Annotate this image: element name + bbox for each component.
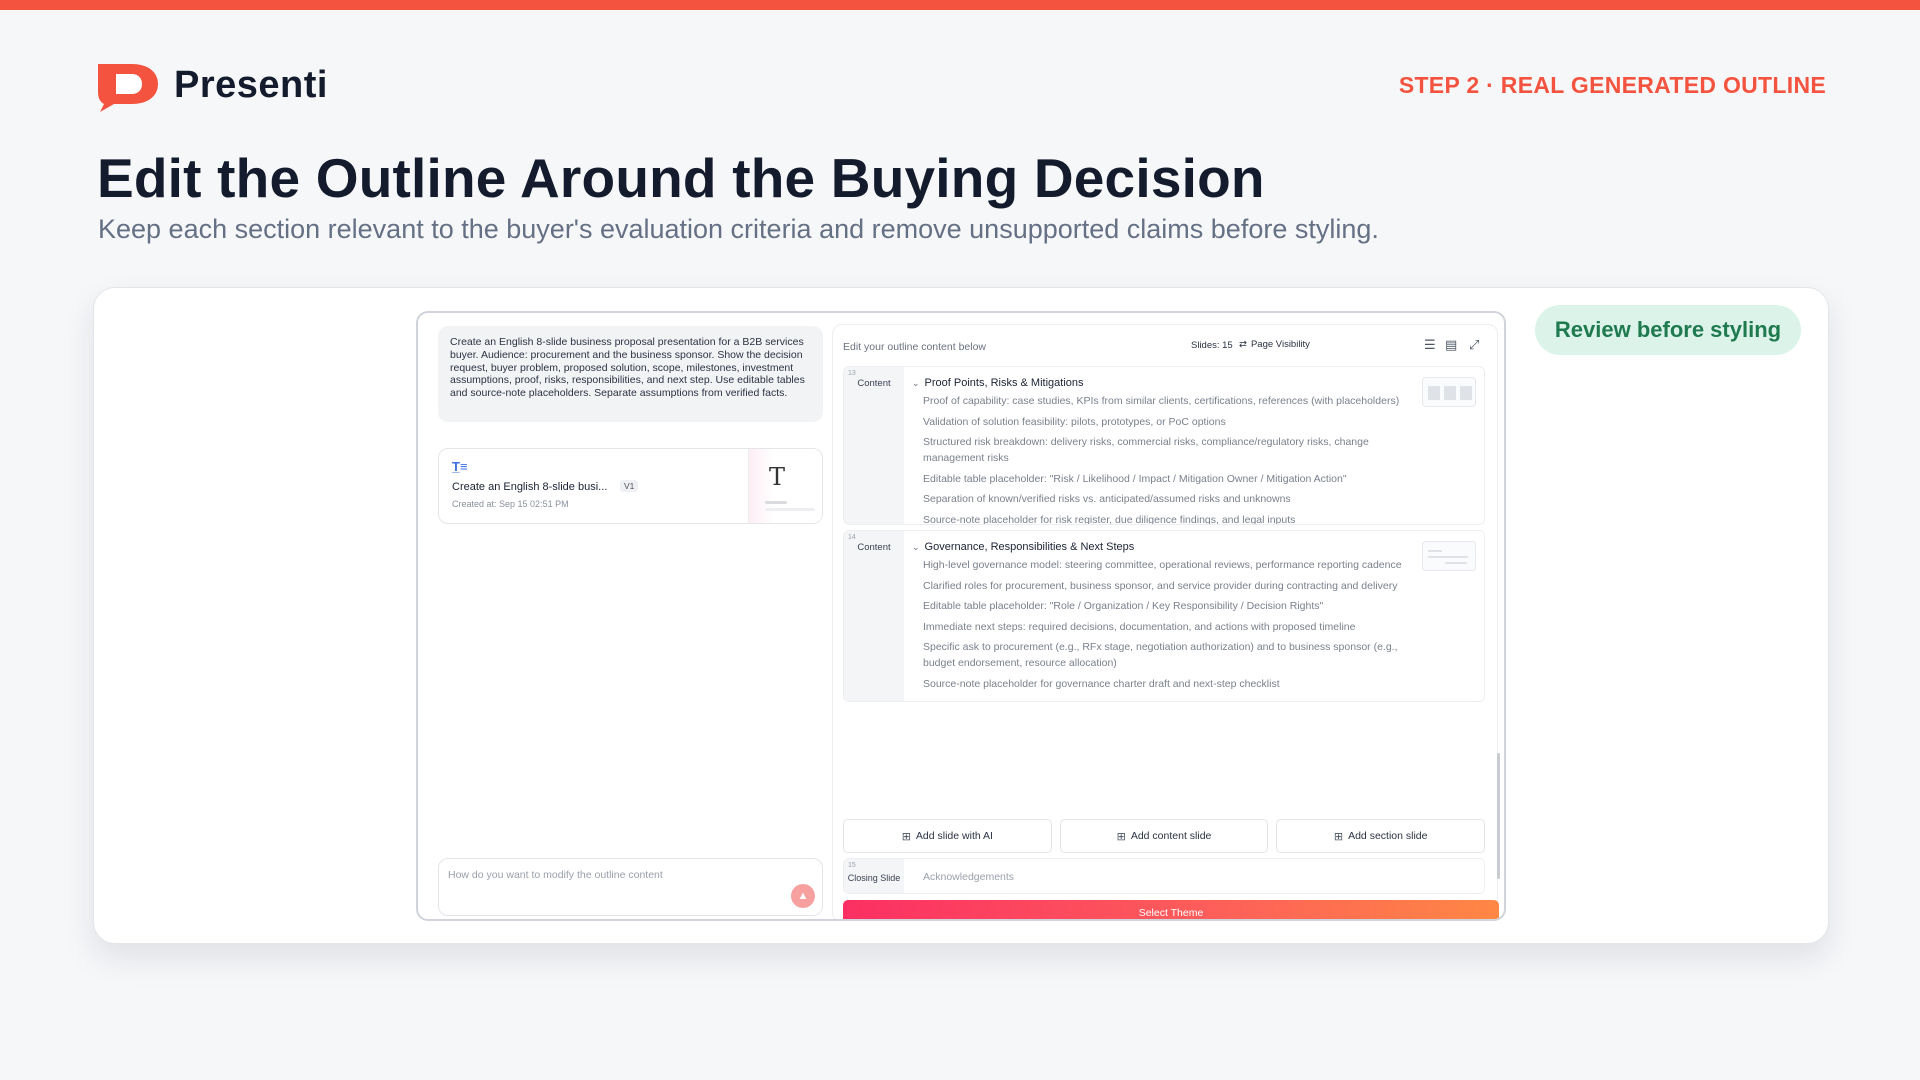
add-section-slide-label: Add section slide [1348, 830, 1428, 842]
bullet-item[interactable]: Structured risk breakdown: delivery risk… [923, 434, 1423, 466]
review-badge: Review before styling [1535, 305, 1801, 355]
add-content-slide-label: Add content slide [1130, 830, 1212, 842]
slide-number: 14 [848, 534, 856, 541]
bullet-item[interactable]: Editable table placeholder: "Risk / Like… [923, 471, 1423, 487]
bullet-item[interactable]: Source-note placeholder for governance c… [923, 676, 1423, 692]
page-visibility-label: Page Visibility [1250, 339, 1310, 350]
presenti-logo-icon [98, 64, 158, 112]
send-button[interactable]: ▲ [791, 884, 815, 908]
chevron-down-icon[interactable]: ⌄ [912, 542, 920, 553]
chevron-down-icon[interactable]: ⌄ [912, 378, 920, 389]
slide-side: 14 Content [844, 531, 904, 701]
slides-count: Slides: 15 [1191, 340, 1233, 351]
slide-heading[interactable]: ⌄ Proof Points, Risks & Mitigations [912, 377, 1084, 389]
version-badge: V1 [620, 480, 639, 492]
history-title: Create an English 8-slide busi... [452, 481, 608, 493]
bullet-item[interactable]: Source-note placeholder for risk registe… [923, 512, 1423, 525]
history-date: Created at: Sep 15 02:51 PM [452, 499, 569, 509]
outline-slide-15[interactable]: 15 Closing Slide Acknowledgements [843, 858, 1485, 894]
bullet-item[interactable]: Proof of capability: case studies, KPIs … [923, 393, 1423, 409]
slide-type: Content [857, 542, 891, 553]
slide-bullets: High-level governance model: steering co… [923, 557, 1423, 696]
modify-placeholder: How do you want to modify the outline co… [448, 869, 663, 881]
slide-side: 13 Content [844, 367, 904, 524]
modify-input[interactable]: How do you want to modify the outline co… [438, 858, 823, 916]
prompt-text: Create an English 8-slide business propo… [438, 326, 823, 422]
bullet-item[interactable]: High-level governance model: steering co… [923, 557, 1423, 573]
slide-heading-text: Governance, Responsibilities & Next Step… [924, 541, 1135, 553]
thumbnail-line [765, 501, 787, 504]
slide-type: Closing Slide [847, 873, 901, 883]
brand-name: Presenti [174, 63, 328, 106]
step-label: STEP 2 · REAL GENERATED OUTLINE [1398, 72, 1826, 98]
expand-icon[interactable]: ⤢ [1469, 337, 1479, 353]
add-slide-icon: ⊞ [1116, 830, 1126, 843]
slide-number: 15 [848, 862, 856, 869]
thumbnail-glyph: T [769, 463, 786, 491]
text-format-icon: T̲≡ [452, 459, 468, 474]
brand-logo: Presenti [92, 58, 328, 112]
export-icon[interactable]: ▤ [1445, 337, 1457, 353]
select-theme-button[interactable]: Select Theme [843, 900, 1499, 919]
closing-text[interactable]: Acknowledgements [923, 871, 1014, 883]
history-thumbnail: T [748, 449, 822, 523]
page-subtitle: Keep each section relevant to the buyer'… [98, 214, 1379, 244]
add-slide-icon: ⊞ [1333, 830, 1344, 843]
slide-type: Content [857, 378, 891, 389]
add-slide-ai-label: Add slide with AI [915, 830, 993, 842]
add-slide-row: ⊞ Add slide with AI ⊞ Add content slide … [843, 819, 1486, 853]
bullet-item[interactable]: Specific ask to procurement (e.g., RFx s… [923, 639, 1423, 671]
outline-header-label: Edit your outline content below [843, 341, 987, 353]
bullet-item[interactable]: Editable table placeholder: "Role / Orga… [923, 598, 1423, 614]
add-section-slide-button[interactable]: ⊞ Add section slide [1276, 819, 1486, 853]
outline-panel: Edit your outline content below Slides: … [832, 324, 1499, 919]
outline-slide-13[interactable]: 13 Content ⌄ Proof Points, Risks & Mitig… [843, 366, 1485, 525]
page-title: Edit the Outline Around the Buying Decis… [97, 147, 1265, 209]
outline-slide-14[interactable]: 14 Content ⌄ Governance, Responsibilitie… [843, 530, 1485, 702]
layout-thumbnail[interactable] [1422, 541, 1476, 571]
top-accent-bar [0, 0, 1920, 10]
add-content-slide-button[interactable]: ⊞ Add content slide [1059, 819, 1269, 853]
arrow-up-icon: ▲ [797, 890, 809, 902]
add-slide-icon: ⊞ [901, 830, 911, 843]
bullet-item[interactable]: Separation of known/verified risks vs. a… [923, 491, 1423, 507]
bullet-item[interactable]: Validation of solution feasibility: pilo… [923, 414, 1423, 430]
slide-heading[interactable]: ⌄ Governance, Responsibilities & Next St… [912, 541, 1134, 553]
layout-thumbnail[interactable] [1422, 377, 1476, 407]
add-slide-ai-button[interactable]: ⊞ Add slide with AI [843, 819, 1052, 853]
thumbnail-line [765, 508, 815, 511]
collapse-all-icon[interactable]: ☰ [1424, 337, 1436, 353]
slide-number: 13 [848, 370, 856, 377]
app-screenshot: Create an English 8-slide business propo… [416, 311, 1506, 921]
outline-history-card[interactable]: T̲≡ Create an English 8-slide busi... V1… [438, 448, 823, 524]
slide-heading-text: Proof Points, Risks & Mitigations [924, 377, 1084, 389]
page-visibility-button[interactable]: ⇄ Page Visibility [1239, 339, 1310, 350]
scrollbar[interactable] [1497, 753, 1500, 879]
bullet-item[interactable]: Clarified roles for procurement, busines… [923, 578, 1423, 594]
slide-side: 15 Closing Slide [844, 859, 904, 893]
bullet-item[interactable]: Immediate next steps: required decisions… [923, 619, 1423, 635]
sliders-icon: ⇄ [1239, 339, 1247, 350]
slide-bullets: Proof of capability: case studies, KPIs … [923, 393, 1423, 525]
